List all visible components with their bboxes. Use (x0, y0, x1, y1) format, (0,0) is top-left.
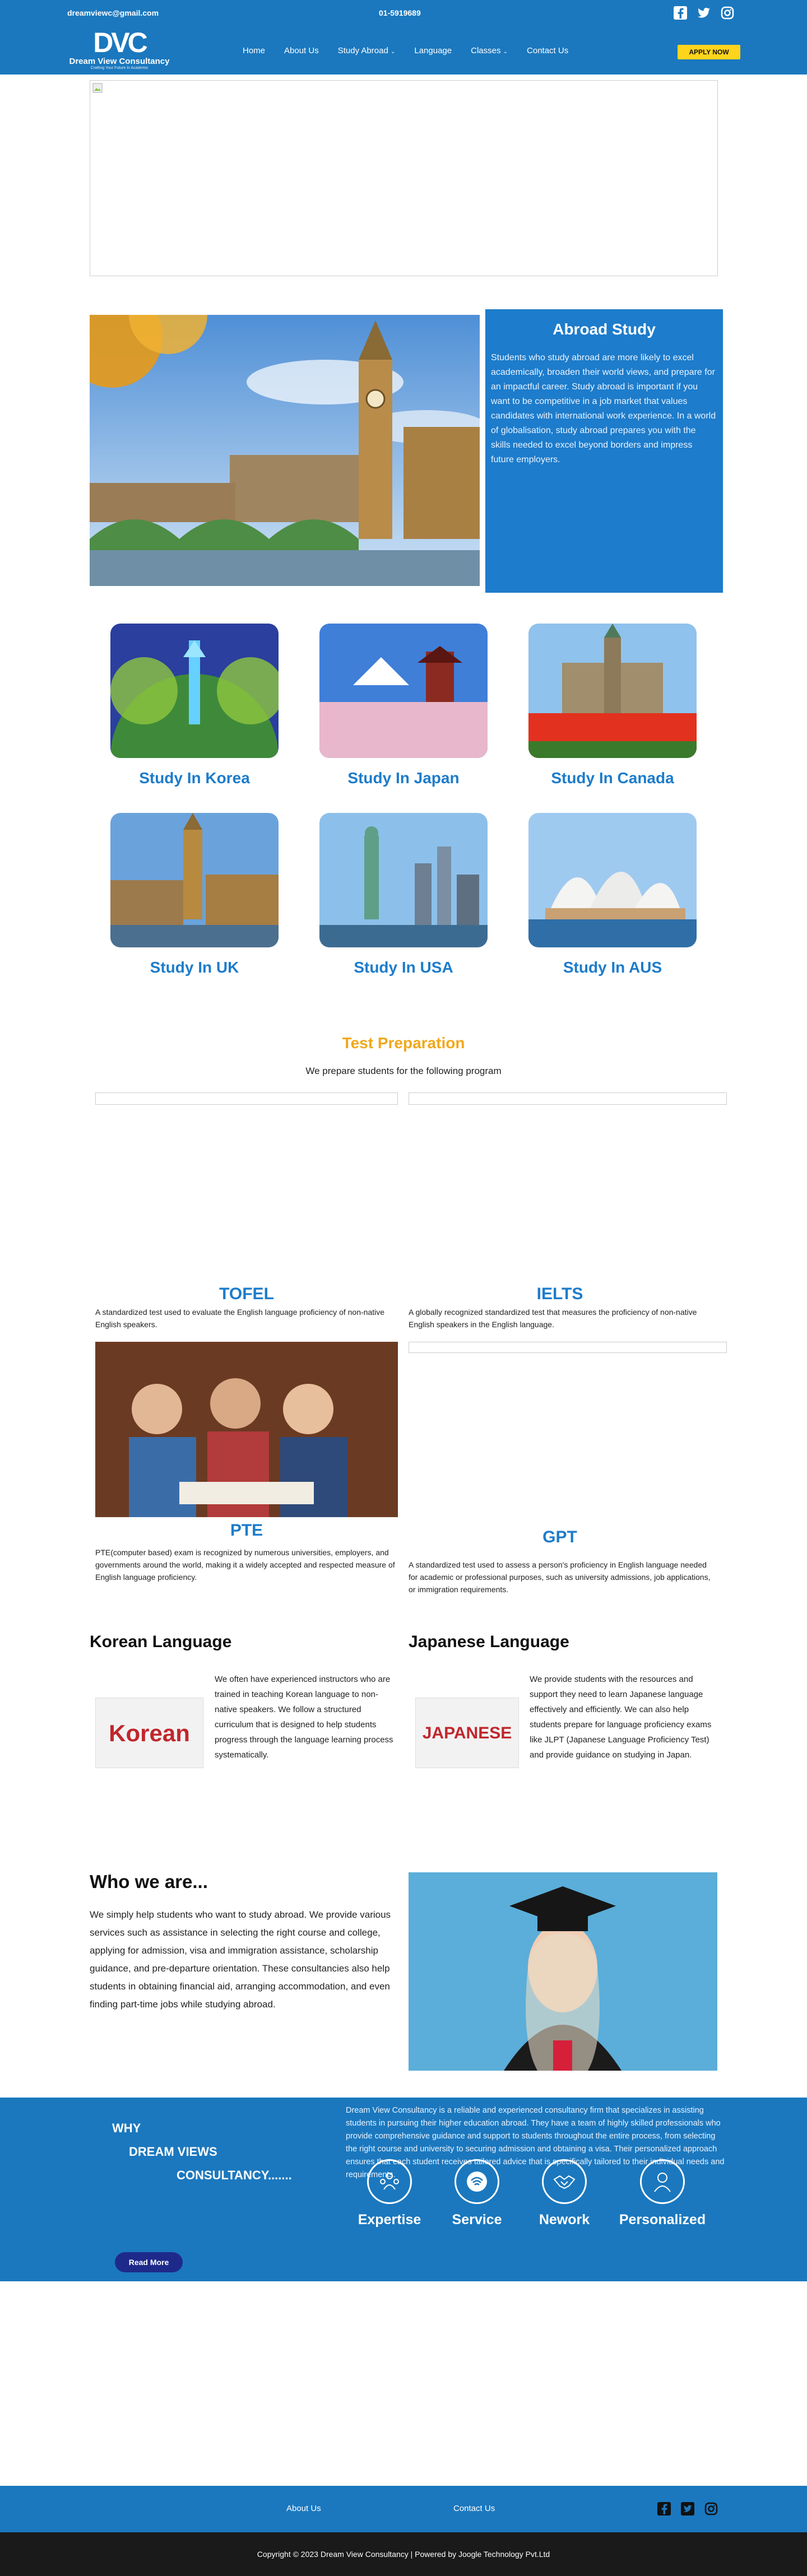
feature-service: Service (432, 2159, 522, 2228)
nav-item-language[interactable]: Language (414, 46, 452, 55)
nav-item-about[interactable]: About Us (284, 46, 319, 55)
tofel-image (95, 1092, 398, 1105)
graduate-photo (409, 1872, 717, 2071)
facebook-icon[interactable] (656, 2501, 672, 2517)
feature-network-label: Nework (539, 2212, 590, 2228)
australia-photo (528, 813, 697, 947)
broken-image-icon (92, 83, 103, 93)
copyright-bar: Copyright © 2023 Dream View Consultancy … (0, 2532, 807, 2576)
handshake-icon (542, 2159, 587, 2204)
uk-photo (110, 813, 279, 947)
test-preparation-subtitle: We prepare students for the following pr… (305, 1066, 502, 1076)
main-navigation: DVC Dream View Consultancy Crafting Your… (0, 25, 807, 75)
logo-mark: DVC (93, 27, 148, 58)
london-photo (90, 315, 480, 586)
logo-tagline: Crafting Your Future In Academic (90, 66, 149, 70)
feature-personalized-label: Personalized (619, 2212, 706, 2228)
japanese-image-word: JAPANESE (422, 1724, 512, 1742)
nav-item-home[interactable]: Home (243, 46, 265, 55)
top-bar: dreamviewc@gmail.com 01-5919689 (0, 0, 807, 25)
country-label-korea: Study In Korea (139, 769, 250, 787)
footer-link-about[interactable]: About Us (286, 2504, 321, 2513)
korean-language-title: Korean Language (90, 1633, 232, 1651)
country-label-japan: Study In Japan (347, 769, 460, 787)
expertise-icon (367, 2159, 412, 2204)
gpt-text: A standardized test used to assess a per… (409, 1560, 711, 1594)
pte-title: PTE (230, 1521, 263, 1540)
test-preparation-title: Test Preparation (342, 1034, 465, 1052)
pte-photo (95, 1342, 398, 1517)
twitter-icon[interactable] (680, 2501, 695, 2517)
canada-photo (528, 624, 697, 758)
abroad-study-panel: Abroad Study Students who study abroad a… (485, 309, 723, 593)
usa-photo (319, 813, 488, 947)
ielts-image (409, 1092, 727, 1105)
site-logo[interactable]: DVC Dream View Consultancy Crafting Your… (66, 29, 173, 72)
top-social-links (672, 5, 735, 21)
feature-expertise-label: Expertise (358, 2212, 421, 2228)
korean-image-word: Korean (109, 1720, 190, 1746)
contact-email[interactable]: dreamviewc@gmail.com (67, 8, 159, 17)
japanese-language-title: Japanese Language (409, 1633, 569, 1651)
tofel-title: TOFEL (219, 1285, 274, 1303)
country-card-japan[interactable]: Study In Japan (319, 624, 488, 787)
nav-item-classes-label: Classes (471, 46, 501, 55)
copyright-text: Copyright © 2023 Dream View Consultancy … (257, 2550, 550, 2559)
footer: About Us Contact Us (0, 2486, 807, 2532)
country-card-aus[interactable]: Study In AUS (528, 813, 697, 977)
service-icon (454, 2159, 499, 2204)
country-label-canada: Study In Canada (551, 769, 674, 787)
instagram-icon[interactable] (703, 2501, 719, 2517)
korean-word-cloud-image: Korean (95, 1698, 203, 1768)
instagram-icon[interactable] (720, 5, 735, 21)
country-card-uk[interactable]: Study In UK (110, 813, 279, 977)
gpt-title: GPT (542, 1528, 577, 1546)
nav-item-classes[interactable]: Classes ⌄ (471, 46, 508, 55)
feature-network: Nework (520, 2159, 609, 2228)
japanese-language-text: We provide students with the resources a… (530, 1675, 712, 1760)
nav-item-contact[interactable]: Contact Us (527, 46, 568, 55)
chevron-down-icon: ⌄ (390, 49, 396, 55)
nav-item-study-abroad[interactable]: Study Abroad ⌄ (338, 46, 396, 55)
chevron-down-icon: ⌄ (503, 49, 508, 55)
country-label-usa: Study In USA (354, 959, 453, 976)
nav-item-study-abroad-label: Study Abroad (337, 46, 388, 55)
who-we-are-text: We simply help students who want to stud… (90, 1909, 391, 2010)
abroad-study-text: Students who study abroad are more likel… (491, 353, 716, 464)
who-we-are-title: Who we are... (90, 1871, 208, 1892)
why-line-2: DREAM VIEWS (129, 2145, 217, 2159)
ielts-text: A globally recognized standardized test … (409, 1308, 697, 1329)
gpt-image (409, 1342, 727, 1353)
feature-expertise: Expertise (345, 2159, 434, 2228)
country-card-canada[interactable]: Study In Canada (528, 624, 697, 787)
japanese-word-cloud-image: JAPANESE (415, 1698, 519, 1768)
feature-service-label: Service (452, 2212, 502, 2228)
korea-photo (110, 624, 279, 758)
abroad-study-title: Abroad Study (553, 320, 656, 338)
pte-text: PTE(computer based) exam is recognized b… (95, 1548, 395, 1582)
country-card-usa[interactable]: Study In USA (319, 813, 488, 977)
country-card-korea[interactable]: Study In Korea (110, 624, 279, 787)
logo-name: Dream View Consultancy (69, 57, 170, 66)
why-line-3: CONSULTANCY....... (177, 2168, 292, 2182)
feature-personalized: Personalized (618, 2159, 707, 2228)
why-section: WHY DREAM VIEWS CONSULTANCY....... Dream… (0, 2098, 807, 2281)
nav-menu: Home About Us Study Abroad ⌄ Language Cl… (243, 46, 568, 55)
japan-photo (319, 624, 488, 758)
footer-link-contact[interactable]: Contact Us (453, 2504, 495, 2513)
tofel-text: A standardized test used to evaluate the… (95, 1308, 385, 1329)
person-icon (640, 2159, 685, 2204)
read-more-button[interactable]: Read More (115, 2252, 183, 2272)
korean-language-text: We often have experienced instructors wh… (215, 1675, 393, 1760)
country-label-uk: Study In UK (150, 959, 239, 976)
twitter-icon[interactable] (696, 5, 712, 21)
why-line-1: WHY (112, 2121, 141, 2135)
footer-social-links (656, 2501, 719, 2517)
country-label-aus: Study In AUS (563, 959, 662, 976)
hero-banner-image (90, 80, 718, 276)
ielts-title: IELTS (536, 1285, 583, 1303)
apply-now-button[interactable]: APPLY NOW (678, 45, 740, 59)
contact-phone[interactable]: 01-5919689 (379, 8, 421, 17)
facebook-icon[interactable] (672, 5, 688, 21)
